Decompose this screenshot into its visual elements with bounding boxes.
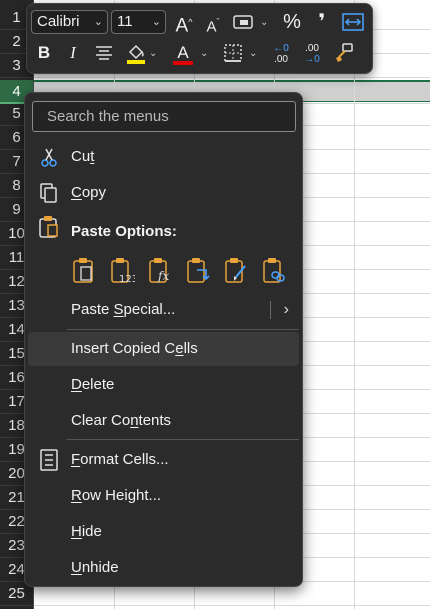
fill-color-button[interactable] — [122, 40, 150, 66]
increase-decimal-label: .00 — [274, 54, 288, 65]
scissors-icon — [41, 148, 57, 167]
chevron-down-icon[interactable]: ⌄ — [260, 17, 268, 28]
chevron-down-icon[interactable]: ⌄ — [249, 48, 257, 59]
chevron-down-icon: ⌄ — [93, 16, 103, 28]
percent-icon: % — [283, 11, 301, 33]
format-cells-icon — [40, 449, 58, 471]
italic-button[interactable]: I — [59, 40, 87, 66]
chevron-down-icon: ⌄ — [151, 16, 161, 28]
clipboard-icon — [39, 216, 58, 238]
context-menu: Cut Copy Paste Options: 123 fx — [24, 92, 303, 587]
paste-options-header: Paste Options: — [71, 223, 177, 240]
number-format-button[interactable] — [230, 9, 258, 35]
menu-item-label: Paste Special... — [71, 301, 176, 318]
font-color-button[interactable]: A — [169, 40, 197, 66]
grid-line — [34, 77, 430, 78]
menu-search-input[interactable] — [32, 101, 296, 132]
merge-center-button[interactable] — [339, 9, 367, 35]
decrease-decimal-button[interactable]: .00 →0 — [298, 40, 326, 66]
copy-icon — [40, 183, 57, 203]
bold-icon: B — [37, 43, 51, 62]
paste-link-icon[interactable] — [261, 256, 287, 284]
menu-item-format-cells[interactable]: Format Cells... — [28, 443, 299, 477]
chevron-down-icon[interactable]: ⌄ — [200, 48, 208, 59]
menu-divider — [67, 329, 299, 330]
menu-item-row-height[interactable]: Row Height... — [28, 479, 299, 513]
font-color-icon: A — [177, 43, 189, 62]
comma-style-button[interactable]: ❜ — [308, 9, 336, 35]
paste-icon[interactable] — [71, 256, 97, 284]
font-name-value: Calibri — [37, 13, 80, 30]
menu-item-label: Unhide — [71, 559, 119, 576]
grid-line — [354, 0, 355, 609]
font-color-swatch — [173, 61, 193, 65]
align-center-icon — [96, 46, 112, 60]
borders-icon — [224, 44, 242, 62]
decrease-decimal-label: .00 — [305, 43, 319, 54]
font-size-box[interactable]: 11 ⌄ — [111, 10, 166, 34]
menu-item-label: Row Height... — [71, 487, 162, 504]
borders-button[interactable] — [219, 40, 247, 66]
menu-item-cut[interactable]: Cut — [28, 140, 299, 174]
menu-divider — [67, 439, 299, 440]
menu-item-label: Clear Contents — [71, 412, 172, 429]
chevron-right-icon[interactable]: › — [284, 293, 289, 327]
menu-item-paste-special[interactable]: Paste Special... › — [28, 293, 299, 327]
menu-item-label: Cut — [71, 148, 95, 165]
increase-font-size-button[interactable]: A^ — [170, 9, 198, 37]
menu-item-label: Format Cells... — [71, 451, 169, 468]
increase-decimal-icon: ←0 — [273, 43, 289, 54]
menu-item-label: Insert Copied Cells — [71, 340, 198, 357]
menu-item-delete[interactable]: Delete — [28, 368, 299, 402]
number-format-icon — [233, 15, 253, 29]
paste-transpose-icon[interactable] — [185, 256, 211, 284]
grid-line — [34, 605, 430, 606]
increase-font-icon: A — [175, 15, 189, 37]
mini-toolbar: Calibri ⌄ 11 ⌄ A^ Aˇ ⌄ % ❜ B I ⌄ A ⌄ ⌄ ←… — [26, 3, 373, 74]
menu-item-insert-copied-cells[interactable]: Insert Copied Cells — [28, 332, 299, 366]
paste-formatting-icon[interactable] — [223, 256, 249, 284]
increase-decimal-button[interactable]: ←0 .00 — [267, 40, 295, 66]
fill-bucket-icon — [127, 44, 145, 64]
paste-formulas-icon[interactable]: fx — [147, 256, 173, 284]
menu-item-copy[interactable]: Copy — [28, 176, 299, 210]
paste-values-icon[interactable]: 123 — [109, 256, 135, 284]
svg-text:123: 123 — [119, 274, 135, 284]
align-center-button[interactable] — [90, 40, 118, 66]
decrease-font-size-button[interactable]: Aˇ — [199, 9, 227, 36]
menu-item-label: Hide — [71, 523, 102, 540]
menu-item-hide[interactable]: Hide — [28, 515, 299, 549]
italic-icon: I — [70, 43, 76, 62]
menu-item-label: Delete — [71, 376, 115, 393]
font-name-box[interactable]: Calibri ⌄ — [31, 10, 108, 34]
chevron-down-icon[interactable]: ⌄ — [149, 48, 157, 59]
format-painter-icon — [336, 43, 353, 62]
format-painter-button[interactable] — [330, 40, 358, 66]
submenu-divider — [270, 301, 271, 319]
menu-item-unhide[interactable]: Unhide — [28, 551, 299, 585]
menu-item-label: Copy — [71, 184, 107, 201]
comma-icon: ❜ — [318, 11, 326, 33]
decrease-font-icon: A — [206, 18, 217, 36]
bold-button[interactable]: B — [30, 40, 58, 66]
svg-text:fx: fx — [157, 269, 169, 283]
menu-item-clear-contents[interactable]: Clear Contents — [28, 404, 299, 438]
font-size-value: 11 — [117, 13, 133, 30]
percent-style-button[interactable]: % — [278, 9, 306, 35]
merge-center-icon — [342, 13, 364, 31]
decrease-decimal-icon: →0 — [304, 54, 320, 65]
